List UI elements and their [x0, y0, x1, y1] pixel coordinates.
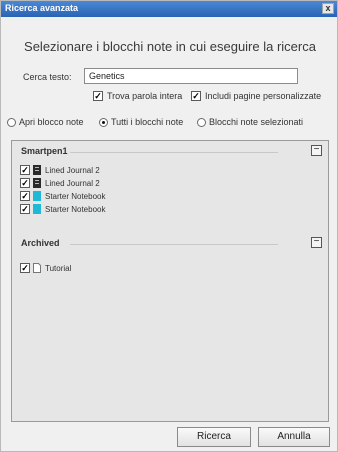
cancel-button[interactable]: Annulla: [258, 427, 330, 447]
advanced-search-dialog: Ricerca avanzata x Selezionare i blocchi…: [0, 0, 338, 452]
scope-open-notebook-radio[interactable]: [7, 117, 16, 127]
close-icon[interactable]: x: [322, 3, 334, 14]
document-icon: [33, 263, 41, 273]
item-checkbox[interactable]: ✓: [20, 191, 30, 201]
scope-all-notebooks[interactable]: Tutti i blocchi note: [99, 117, 183, 127]
whole-word-checkbox[interactable]: ✓: [93, 91, 103, 101]
custom-pages-label: Includi pagine personalizzate: [205, 91, 322, 101]
group-smartpen1: Smartpen1 −: [12, 143, 328, 159]
item-checkbox[interactable]: ✓: [20, 263, 30, 273]
search-button[interactable]: Ricerca: [177, 427, 251, 447]
window-title: Ricerca avanzata: [5, 3, 79, 13]
group-header: Smartpen1 −: [12, 143, 328, 159]
list-item[interactable]: ✓ Starter Notebook: [20, 204, 105, 214]
custom-pages-checkbox[interactable]: ✓: [191, 91, 201, 101]
item-checkbox[interactable]: ✓: [20, 165, 30, 175]
dark-notebook-icon: [33, 178, 41, 188]
item-label: Tutorial: [45, 263, 72, 273]
scope-selected-notebooks-radio[interactable]: [197, 117, 206, 127]
scope-all-notebooks-radio[interactable]: [99, 117, 108, 127]
collapse-icon[interactable]: −: [311, 237, 322, 248]
group-title: Smartpen1: [21, 146, 68, 156]
list-item[interactable]: ✓ Lined Journal 2: [20, 165, 100, 175]
scope-selected-notebooks-label: Blocchi note selezionati: [209, 117, 304, 127]
title-bar: Ricerca avanzata x: [1, 1, 337, 17]
search-label: Cerca testo:: [23, 72, 72, 82]
list-item[interactable]: ✓ Tutorial: [20, 263, 71, 273]
whole-word-label: Trova parola intera: [107, 91, 183, 101]
search-input[interactable]: [84, 68, 298, 84]
custom-pages-option[interactable]: ✓ Includi pagine personalizzate: [191, 91, 321, 101]
scope-open-notebook[interactable]: Apri blocco note: [7, 117, 84, 127]
list-item[interactable]: ✓ Lined Journal 2: [20, 178, 100, 188]
item-label: Lined Journal 2: [45, 178, 100, 188]
group-archived: Archived −: [12, 235, 328, 251]
group-divider: [70, 152, 278, 153]
collapse-icon[interactable]: −: [311, 145, 322, 156]
cyan-notebook-icon: [33, 204, 41, 214]
scope-selected-notebooks[interactable]: Blocchi note selezionati: [197, 117, 303, 127]
list-item[interactable]: ✓ Starter Notebook: [20, 191, 105, 201]
scope-open-notebook-label: Apri blocco note: [19, 117, 84, 127]
item-label: Lined Journal 2: [45, 165, 100, 175]
dark-notebook-icon: [33, 165, 41, 175]
notebook-list[interactable]: Smartpen1 − ✓ Lined Journal 2 ✓ Lined Jo…: [11, 140, 329, 422]
group-title: Archived: [21, 238, 60, 248]
cyan-notebook-icon: [33, 191, 41, 201]
whole-word-option[interactable]: ✓ Trova parola intera: [93, 91, 182, 101]
dialog-heading: Selezionare i blocchi note in cui esegui…: [24, 39, 316, 54]
item-label: Starter Notebook: [45, 204, 106, 214]
group-header: Archived −: [12, 235, 328, 251]
item-label: Starter Notebook: [45, 191, 106, 201]
item-checkbox[interactable]: ✓: [20, 178, 30, 188]
item-checkbox[interactable]: ✓: [20, 204, 30, 214]
scope-all-notebooks-label: Tutti i blocchi note: [111, 117, 184, 127]
group-divider: [70, 244, 278, 245]
